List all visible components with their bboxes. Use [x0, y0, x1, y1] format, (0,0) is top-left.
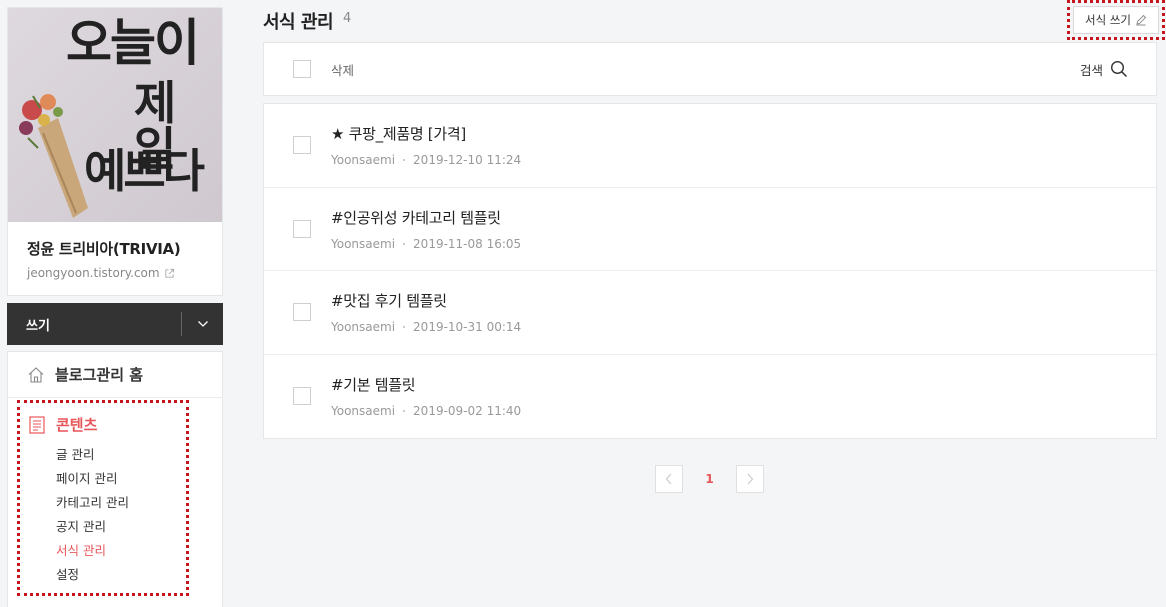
template-title[interactable]: ★ 쿠팡_제품명 [가격] — [331, 123, 521, 144]
profile-info: 정윤 트리비아(TRIVIA) jeongyoon.tistory.com — [8, 222, 222, 295]
write-dropdown-toggle[interactable] — [182, 320, 223, 328]
contents-submenu: 글 관리 페이지 관리 카테고리 관리 공지 관리 서식 관리 설정 — [29, 443, 186, 587]
meta-separator — [403, 242, 406, 245]
chevron-right-icon — [747, 473, 754, 485]
item-body: #맛집 후기 템플릿 Yoonsaemi 2019-10-31 00:14 — [331, 290, 521, 334]
template-title[interactable]: #맛집 후기 템플릿 — [331, 290, 521, 311]
template-meta: Yoonsaemi 2019-12-10 11:24 — [331, 153, 521, 167]
sidebar: 오늘이 제일 예쁘다 정윤 트리비아(TRIVIA) jeongyoon.tis… — [7, 7, 223, 607]
meta-separator — [403, 159, 406, 162]
page-number[interactable]: 1 — [683, 472, 736, 486]
template-date: 2019-10-31 00:14 — [413, 320, 522, 335]
submenu-item-posts[interactable]: 글 관리 — [56, 443, 186, 467]
list-item: #기본 템플릿 Yoonsaemi 2019-09-02 11:40 — [264, 355, 1156, 439]
pagination: 1 — [655, 465, 764, 493]
new-template-button[interactable]: 서식 쓰기 — [1073, 6, 1159, 34]
delete-button[interactable]: 삭제 — [331, 60, 354, 79]
list-item: #맛집 후기 템플릿 Yoonsaemi 2019-10-31 00:14 — [264, 271, 1156, 355]
page-title: 서식 관리 — [263, 12, 334, 33]
template-list: ★ 쿠팡_제품명 [가격] Yoonsaemi 2019-12-10 11:24… — [263, 103, 1157, 439]
sidebar-item-contents-label: 콘텐츠 — [56, 416, 98, 434]
item-body: #기본 템플릿 Yoonsaemi 2019-09-02 11:40 — [331, 374, 521, 418]
list-item: #인공위성 카테고리 템플릿 Yoonsaemi 2019-11-08 16:0… — [264, 188, 1156, 271]
blog-url-text: jeongyoon.tistory.com — [27, 266, 160, 280]
submenu-item-settings[interactable]: 설정 — [56, 563, 186, 587]
contents-menu-group: 콘텐츠 글 관리 페이지 관리 카테고리 관리 공지 관리 서식 관리 설정 — [17, 400, 189, 596]
prev-page-button[interactable] — [655, 465, 683, 493]
template-count: 4 — [343, 11, 352, 26]
item-checkbox[interactable] — [293, 219, 311, 238]
template-date: 2019-12-10 11:24 — [413, 153, 522, 168]
sidebar-item-home[interactable]: 블로그관리 홈 — [8, 352, 222, 398]
item-body: #인공위성 카테고리 템플릿 Yoonsaemi 2019-11-08 16:0… — [331, 207, 521, 251]
item-checkbox[interactable] — [293, 387, 311, 406]
template-date: 2019-09-02 11:40 — [413, 404, 522, 419]
item-body: ★ 쿠팡_제품명 [가격] Yoonsaemi 2019-12-10 11:24 — [331, 123, 521, 167]
list-item: ★ 쿠팡_제품명 [가격] Yoonsaemi 2019-12-10 11:24 — [264, 104, 1156, 188]
sidebar-item-home-label: 블로그관리 홈 — [55, 366, 144, 384]
new-template-highlight: 서식 쓰기 — [1067, 0, 1165, 40]
submenu-item-categories[interactable]: 카테고리 관리 — [56, 491, 186, 515]
blog-profile: 오늘이 제일 예쁘다 정윤 트리비아(TRIVIA) jeongyoon.tis… — [7, 7, 223, 296]
blog-name[interactable]: 정윤 트리비아(TRIVIA) — [27, 238, 204, 259]
calligraphy-line-1: 오늘이 — [66, 13, 200, 72]
write-button[interactable]: 쓰기 — [7, 303, 223, 345]
template-meta: Yoonsaemi 2019-10-31 00:14 — [331, 320, 521, 334]
external-link-icon — [164, 268, 174, 278]
search-icon — [1110, 60, 1128, 78]
select-all-checkbox[interactable] — [293, 60, 311, 78]
bouquet-illustration — [19, 94, 88, 218]
template-meta: Yoonsaemi 2019-11-08 16:05 — [331, 237, 521, 251]
template-author: Yoonsaemi — [331, 320, 396, 335]
item-checkbox[interactable] — [293, 303, 311, 322]
profile-image[interactable]: 오늘이 제일 예쁘다 — [8, 8, 222, 222]
home-icon — [28, 366, 44, 383]
meta-separator — [403, 326, 406, 329]
template-title[interactable]: #인공위성 카테고리 템플릿 — [331, 207, 521, 228]
submenu-item-pages[interactable]: 페이지 관리 — [56, 467, 186, 491]
template-author: Yoonsaemi — [331, 153, 396, 168]
submenu-item-notices[interactable]: 공지 관리 — [56, 515, 186, 539]
template-meta: Yoonsaemi 2019-09-02 11:40 — [331, 404, 521, 418]
write-label: 쓰기 — [26, 318, 50, 334]
template-author: Yoonsaemi — [331, 404, 396, 419]
sidebar-item-contents[interactable]: 콘텐츠 — [29, 414, 186, 435]
main-content: 서식 관리 4 서식 쓰기 삭제 검색 ★ 쿠팡_제품명 [가격] Yoonsa… — [263, 0, 1165, 493]
pencil-icon — [1136, 14, 1147, 26]
search-label: 검색 — [1079, 62, 1103, 78]
template-date: 2019-11-08 16:05 — [413, 236, 522, 251]
blog-url-link[interactable]: jeongyoon.tistory.com — [27, 266, 204, 280]
meta-separator — [403, 410, 406, 413]
list-toolbar: 삭제 검색 — [263, 42, 1157, 96]
new-template-label: 서식 쓰기 — [1085, 13, 1131, 27]
calligraphy-line-3: 예쁘다 — [84, 144, 205, 198]
page-header: 서식 관리 4 서식 쓰기 — [263, 0, 1165, 42]
template-title[interactable]: #기본 템플릿 — [331, 374, 521, 395]
submenu-item-templates[interactable]: 서식 관리 — [56, 539, 186, 563]
chevron-down-icon — [197, 321, 208, 327]
next-page-button[interactable] — [736, 465, 764, 493]
chevron-left-icon — [665, 473, 672, 485]
template-author: Yoonsaemi — [331, 236, 396, 251]
search-button[interactable]: 검색 — [1080, 60, 1128, 79]
item-checkbox[interactable] — [293, 136, 311, 155]
document-icon — [29, 415, 45, 434]
sidebar-menu: 블로그관리 홈 콘텐츠 글 관리 페이지 관리 카테고리 관리 공지 관리 서식… — [7, 351, 223, 607]
